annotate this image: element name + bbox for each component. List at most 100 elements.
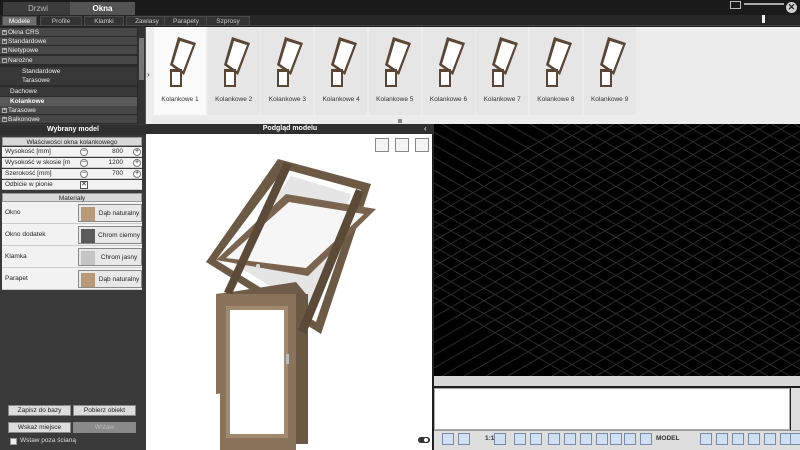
increment-button[interactable]: +	[133, 159, 141, 167]
annotation-icon[interactable]	[700, 433, 712, 445]
tab-klamki[interactable]: Klamki	[84, 16, 124, 26]
thumbnail-kolankowe-7[interactable]: Kolankowe 7	[476, 27, 529, 115]
model-preview-viewport[interactable]	[146, 134, 432, 450]
tree-item-tarasowe[interactable]: + Tarasowe	[0, 106, 137, 115]
increment-button[interactable]: +	[133, 170, 141, 178]
snap-icon[interactable]	[458, 433, 470, 445]
slider-handle[interactable]	[762, 15, 765, 23]
expand-icon[interactable]: +	[2, 30, 7, 35]
insert-button[interactable]: Wstaw	[73, 422, 136, 433]
expand-icon[interactable]: +	[2, 117, 7, 122]
tree-item-standardowe[interactable]: + Standardowe	[0, 37, 137, 46]
am-icon[interactable]	[640, 433, 652, 445]
window-thumbnail-icon	[492, 37, 519, 87]
osnap-icon[interactable]	[530, 433, 542, 445]
command-line[interactable]	[434, 388, 790, 430]
view-top-icon[interactable]	[415, 138, 429, 152]
collapse-preview-icon[interactable]: ‹	[424, 124, 427, 133]
pick-location-button[interactable]: Wskaż miejsce	[8, 422, 71, 433]
window-thumbnail-icon	[384, 37, 411, 87]
expand-icon[interactable]: +	[2, 39, 7, 44]
qp-icon[interactable]	[610, 433, 622, 445]
tab-modele[interactable]: Modele	[2, 16, 37, 26]
gallery-resize-handle[interactable]	[398, 119, 402, 123]
close-icon[interactable]: ✕	[786, 2, 797, 13]
insert-outside-wall-checkbox[interactable]	[10, 438, 17, 445]
tree-item-dachowe[interactable]: Dachowe	[0, 87, 137, 96]
material-select-button[interactable]: Chrom jasny	[78, 248, 142, 266]
prop-label: Wysokość [mm]	[5, 148, 51, 155]
ortho-icon[interactable]	[494, 433, 506, 445]
decrement-button[interactable]: −	[80, 159, 88, 167]
view-front-icon[interactable]	[375, 138, 389, 152]
gallery-arrow-icon[interactable]: ›	[147, 70, 153, 79]
expand-icon[interactable]: +	[2, 108, 7, 113]
tab-zawiasy[interactable]: Zawiasy	[126, 16, 168, 26]
lock-icon[interactable]	[732, 433, 744, 445]
thumbnail-kolankowe-1[interactable]: Kolankowe 1	[154, 27, 206, 115]
isometric-grid	[434, 124, 800, 376]
tab-drzwi[interactable]: Drzwi	[3, 2, 73, 15]
material-select-button[interactable]: Chrom ciemny	[78, 226, 142, 244]
thumbnail-size-slider[interactable]	[744, 3, 784, 5]
fetch-object-button[interactable]: Pobierz obiekt	[73, 405, 136, 416]
window-thumbnail-icon	[545, 37, 572, 87]
settings-icon[interactable]	[790, 433, 800, 445]
hardware-icon[interactable]	[764, 433, 776, 445]
tree-scrollbar-thumb[interactable]	[139, 38, 144, 80]
tab-okna[interactable]: Okna	[70, 2, 135, 15]
tab-szprosy[interactable]: Szprosy	[206, 16, 250, 26]
thumbnail-kolankowe-2[interactable]: Kolankowe 2	[207, 27, 260, 115]
view-3d-icon[interactable]	[395, 138, 409, 152]
scale-indicator[interactable]: 1:1	[485, 435, 494, 442]
model-space-indicator[interactable]: MODEL	[656, 435, 679, 442]
tab-profile[interactable]: Profile	[40, 16, 82, 26]
thumbnail-kolankowe-3[interactable]: Kolankowe 3	[261, 27, 314, 115]
thumbnail-kolankowe-9[interactable]: Kolankowe 9	[583, 27, 636, 115]
tree-item-kolankowe[interactable]: Kolankowe	[0, 97, 137, 106]
width-input[interactable]: 700	[90, 170, 131, 177]
mirror-checkbox[interactable]: ✕	[80, 181, 88, 189]
materials-group-header[interactable]: Materiały	[2, 193, 142, 202]
tab-parapety[interactable]: Parapety	[164, 16, 208, 26]
increment-button[interactable]: +	[133, 148, 141, 156]
save-to-db-button[interactable]: Zapisz do bazy	[8, 405, 71, 416]
sc-icon[interactable]	[624, 433, 636, 445]
properties-group-header[interactable]: Właściwości okna kolankowego	[2, 137, 142, 146]
tree-item-narozne-tarasowe[interactable]: Tarasowe	[0, 76, 137, 85]
material-select-button[interactable]: Dąb naturalny	[78, 270, 142, 288]
window-thumbnail-icon	[170, 37, 196, 87]
window-3d-model	[206, 159, 376, 450]
decrement-button[interactable]: −	[80, 170, 88, 178]
tree-item-okna-crs[interactable]: + Okna CRS	[0, 28, 137, 37]
thumbnail-label: Kolankowe 3	[268, 96, 306, 103]
workspace-icon[interactable]	[716, 433, 728, 445]
polar-icon[interactable]	[514, 433, 526, 445]
window-thumbnail-icon	[223, 37, 250, 87]
grid-icon[interactable]	[442, 433, 454, 445]
tree-item-narozne-standardowe[interactable]: Standardowe	[0, 67, 137, 76]
thumbnail-kolankowe-8[interactable]: Kolankowe 8	[529, 27, 582, 115]
otrack-icon[interactable]	[548, 433, 560, 445]
transparency-icon[interactable]	[596, 433, 608, 445]
command-line-scrollbar[interactable]	[791, 388, 800, 430]
viewport-horizontal-scrollbar[interactable]	[434, 376, 800, 386]
tree-item-nietypowe[interactable]: + Nietypowe	[0, 46, 137, 55]
tree-item-narozne[interactable]: − Narożne	[0, 56, 137, 65]
tree-item-balkonowe[interactable]: + Balkonowe	[0, 115, 137, 124]
cad-drawing-viewport[interactable]	[434, 124, 800, 376]
thumbnail-kolankowe-4[interactable]: Kolankowe 4	[315, 27, 368, 115]
material-select-button[interactable]: Dąb naturalny	[78, 204, 142, 222]
dyn-icon[interactable]	[564, 433, 576, 445]
collapse-icon[interactable]: −	[2, 58, 7, 63]
expand-icon[interactable]: +	[2, 48, 7, 53]
lineweight-icon[interactable]	[580, 433, 592, 445]
thumbnail-kolankowe-5[interactable]: Kolankowe 5	[368, 27, 421, 115]
decrement-button[interactable]: −	[80, 148, 88, 156]
prop-label: Szerokość [mm]	[5, 170, 52, 177]
slope-height-input[interactable]: 1200	[90, 159, 131, 166]
height-input[interactable]: 800	[90, 148, 131, 155]
preview-toggle-knob[interactable]	[424, 438, 428, 442]
thumbnail-kolankowe-6[interactable]: Kolankowe 6	[422, 27, 475, 115]
isolate-icon[interactable]	[748, 433, 760, 445]
